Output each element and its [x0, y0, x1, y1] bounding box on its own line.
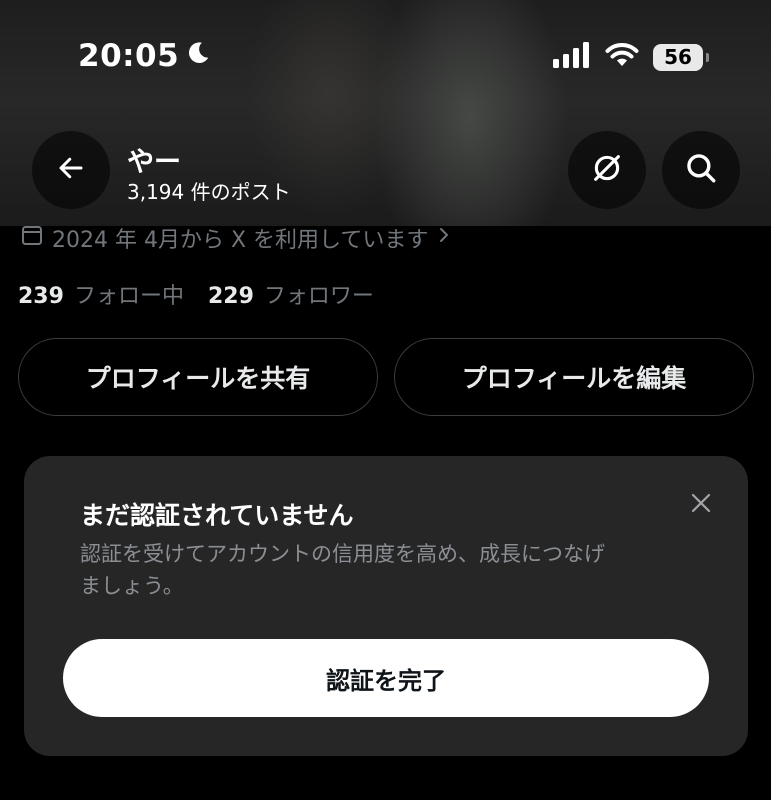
complete-verification-button[interactable]: 認証を完了 [63, 639, 709, 717]
status-time-text: 20:05 [78, 38, 180, 74]
wifi-icon [605, 42, 639, 72]
following-label: フォロー中 [73, 284, 184, 309]
profile-banner [0, 0, 771, 226]
back-arrow-icon [56, 153, 86, 187]
back-button[interactable] [32, 131, 110, 209]
verification-title: まだ認証されていません [80, 501, 354, 530]
status-icons: 56 [553, 42, 709, 72]
search-icon [684, 151, 718, 189]
battery-tip [706, 52, 709, 62]
verification-description-line2: ましょう。 [80, 574, 184, 598]
share-profile-button[interactable]: プロフィールを共有 [18, 338, 378, 416]
post-count: 3,194 件のポスト [127, 180, 291, 204]
grok-icon [590, 151, 624, 189]
verification-card: まだ認証されていません 認証を受けてアカウントの信用度を高め、成長につなげ まし… [24, 456, 748, 756]
status-time: 20:05 [78, 38, 211, 74]
battery-icon: 56 [653, 43, 703, 71]
verification-description: 認証を受けてアカウントの信用度を高め、成長につなげ ましょう。 [80, 538, 700, 602]
edit-profile-button[interactable]: プロフィールを編集 [394, 338, 754, 416]
profile-screen: 20:05 56 やー 3,194 件のポスト 2024 年 4月から X を利… [0, 0, 771, 800]
follow-stats: 239 フォロー中 229 フォロワー [18, 278, 374, 310]
joined-date-text: 2024 年 4月から X を利用しています [52, 228, 429, 253]
moon-icon [185, 38, 211, 74]
grok-button[interactable] [568, 131, 646, 209]
verification-description-line1: 認証を受けてアカウントの信用度を高め、成長につなげ [80, 542, 605, 566]
joined-date-row[interactable]: 2024 年 4月から X を利用しています [20, 222, 452, 254]
followers-count: 229 [207, 284, 254, 309]
battery-level: 56 [664, 45, 692, 69]
cellular-signal-icon [553, 42, 591, 72]
followers-link[interactable]: 229 フォロワー [208, 278, 374, 310]
search-button[interactable] [662, 131, 740, 209]
calendar-icon [20, 223, 44, 253]
followers-label: フォロワー [263, 284, 374, 309]
close-icon[interactable] [686, 488, 716, 518]
following-link[interactable]: 239 フォロー中 [18, 278, 184, 310]
profile-name: やー [127, 147, 181, 178]
following-count: 239 [18, 284, 64, 309]
chevron-right-icon [436, 225, 452, 251]
